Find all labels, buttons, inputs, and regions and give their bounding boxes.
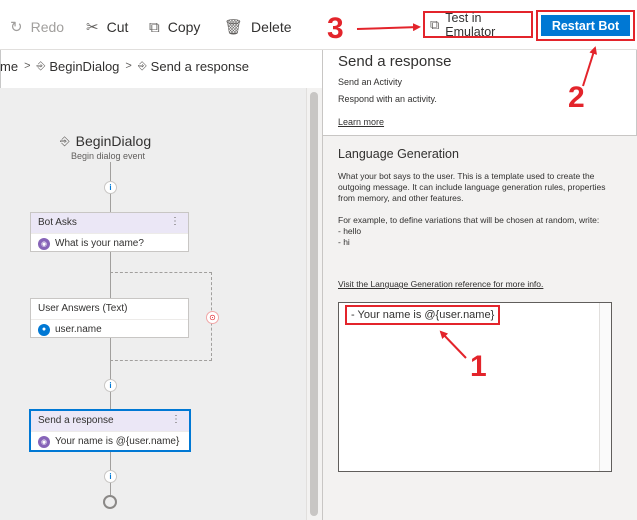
annotation-number-1: 1 [470, 350, 487, 383]
arrow-to-editor [439, 330, 467, 359]
annotation-number-2: 2 [568, 81, 585, 114]
arrow-to-emulator [356, 23, 421, 32]
annotation-arrows [356, 23, 598, 359]
annotation-number-3: 3 [327, 12, 344, 45]
arrow-to-restart [582, 46, 598, 87]
